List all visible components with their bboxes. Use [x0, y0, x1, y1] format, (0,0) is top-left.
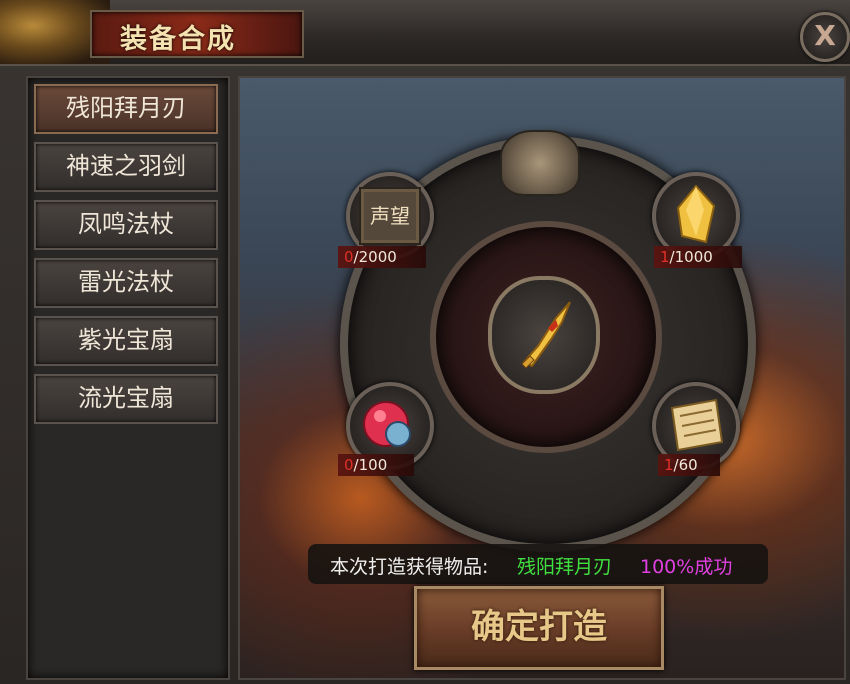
scroll-required: /60: [673, 456, 698, 474]
scroll-count: 1/60: [658, 454, 720, 476]
forge-stage: 声望 0/2000 1/1000 0/100 1/60 本次打造获得物品: 残阳…: [238, 76, 842, 676]
title-bar: 装备合成 X: [0, 0, 850, 66]
reputation-required: /2000: [353, 248, 397, 266]
reputation-count: 0/2000: [338, 246, 426, 268]
recipe-list: 残阳拜月刃 神速之羽剑 凤鸣法杖 雷光法杖 紫光宝扇 流光宝扇: [26, 76, 230, 680]
recipe-item-canyang-baiyue-ren[interactable]: 残阳拜月刃: [34, 84, 218, 134]
title-plate: 装备合成: [90, 10, 304, 58]
close-icon: X: [814, 19, 836, 52]
golden-blade-icon: [521, 301, 571, 369]
reputation-owned: 0: [344, 248, 354, 266]
demon-mask-icon: [500, 130, 580, 196]
result-item-slot[interactable]: [488, 276, 600, 394]
gold-crystal-owned: 1: [660, 248, 670, 266]
forge-result-info: 本次打造获得物品: 残阳拜月刃 100%成功: [308, 544, 768, 584]
reputation-label: 声望: [370, 204, 410, 228]
gold-crystal-icon: [676, 184, 716, 244]
confirm-forge-label: 确定打造: [471, 607, 607, 647]
recipe-item-leiguang-fazhang[interactable]: 雷光法杖: [34, 258, 218, 308]
close-button[interactable]: X: [800, 12, 850, 62]
recipe-item-liuguang-baoshan[interactable]: 流光宝扇: [34, 374, 218, 424]
confirm-forge-button[interactable]: 确定打造: [414, 586, 664, 670]
red-orb-required: /100: [353, 456, 388, 474]
gold-crystal-required: /1000: [669, 248, 713, 266]
red-orb-count: 0/100: [338, 454, 414, 476]
success-rate: 100%成功: [640, 556, 733, 578]
recipe-item-fengming-fazhang[interactable]: 凤鸣法杖: [34, 200, 218, 250]
recipe-item-ziguang-baoshan[interactable]: 紫光宝扇: [34, 316, 218, 366]
result-item-name: 残阳拜月刃: [517, 556, 613, 578]
recipe-item-shensu-zhiyu-jian[interactable]: 神速之羽剑: [34, 142, 218, 192]
scroll-owned: 1: [664, 456, 674, 474]
window-title: 装备合成: [120, 24, 236, 55]
red-orb-owned: 0: [344, 456, 354, 474]
gold-crystal-count: 1/1000: [654, 246, 742, 268]
result-label: 本次打造获得物品:: [330, 556, 489, 578]
